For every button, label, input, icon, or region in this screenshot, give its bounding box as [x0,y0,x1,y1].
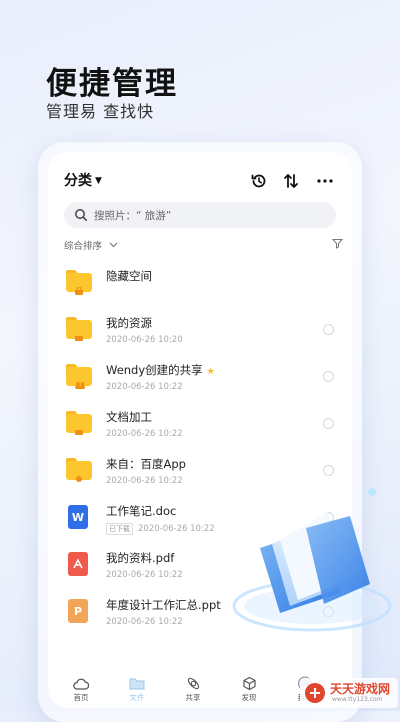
ppt-icon: P [66,599,92,623]
tab-share[interactable]: 共享 [168,676,218,703]
file-name: 工作笔记.doc [106,504,177,518]
select-radio[interactable] [323,465,334,476]
tab-label: 共享 [185,693,201,702]
file-meta: 2020-06-26 10:22 [106,570,183,580]
category-label: 分类 [64,173,92,189]
sort-dropdown[interactable]: 综合排序 [64,241,118,252]
file-name: 我的资料.pdf [106,551,175,565]
file-row[interactable]: 我的资源 2020-06-26 10:20 [48,307,352,354]
folder-illustration [232,488,392,632]
top-bar: 分类 ▼ [64,170,338,192]
pdf-icon [66,552,92,576]
downloaded-tag: 已下载 [106,523,133,535]
tab-label: 发现 [241,693,257,702]
file-row[interactable]: 隐藏空间 [48,260,352,307]
sort-bar: 综合排序 [64,238,344,254]
category-dropdown[interactable]: 分类 ▼ [64,170,102,190]
cube-icon [224,676,274,691]
file-name: Wendy创建的共享 ★ [106,363,215,377]
cloud-icon [56,676,106,691]
watermark-logo-icon [305,683,325,703]
file-meta: 2020-06-26 10:22 [106,617,183,627]
file-name: 隐藏空间 [106,269,152,283]
tab-label: 首页 [73,693,89,702]
file-row[interactable]: 文档加工 2020-06-26 10:22 [48,401,352,448]
tab-home[interactable]: 首页 [56,676,106,703]
watermark-text: 天天游戏网 [330,682,391,696]
select-radio[interactable] [323,418,334,429]
word-doc-icon: W [66,505,92,529]
file-meta: 已下载 2020-06-26 10:22 [106,523,215,535]
folder-icon [66,317,92,341]
tab-discover[interactable]: 发现 [224,676,274,703]
folder-icon [112,676,162,691]
select-radio[interactable] [323,324,334,335]
folder-icon [66,411,92,435]
file-row[interactable]: Wendy创建的共享 ★ 2020-06-26 10:22 [48,354,352,401]
star-icon: ★ [206,367,215,377]
file-name: 来自：百度App [106,457,186,471]
watermark: 天天游戏网 www.tty123.com [300,678,398,708]
watermark-url: www.tty123.com [332,696,383,703]
filter-icon[interactable] [331,238,344,252]
search-icon [74,207,88,226]
tab-files[interactable]: 文件 [112,676,162,703]
file-meta: 2020-06-26 10:22 [106,382,183,392]
chevron-down-icon [109,242,118,248]
promo-subtitle: 管理易 查找快 [46,102,155,121]
file-meta: 2020-06-26 10:22 [106,476,183,486]
file-name: 年度设计工作汇总.ppt [106,598,221,612]
tab-label: 文件 [129,693,145,702]
shared-folder-icon [66,364,92,389]
search-placeholder: 搜照片：“ 旅游” [94,210,172,222]
file-meta: 2020-06-26 10:20 [106,335,183,345]
sort-arrows-icon[interactable] [280,170,302,192]
select-radio[interactable] [323,371,334,382]
share-icon [168,676,218,691]
promo-title: 便捷管理 [46,66,178,102]
app-folder-icon [66,458,92,482]
search-input[interactable]: 搜照片：“ 旅游” [64,202,336,228]
file-name: 我的资源 [106,316,152,330]
more-icon[interactable] [314,170,336,192]
history-icon[interactable] [248,170,270,192]
caret-down-icon: ▼ [95,176,102,186]
locked-folder-icon [66,270,92,295]
file-name: 文档加工 [106,410,152,424]
file-meta: 2020-06-26 10:22 [106,429,183,439]
sort-label: 综合排序 [64,241,103,252]
